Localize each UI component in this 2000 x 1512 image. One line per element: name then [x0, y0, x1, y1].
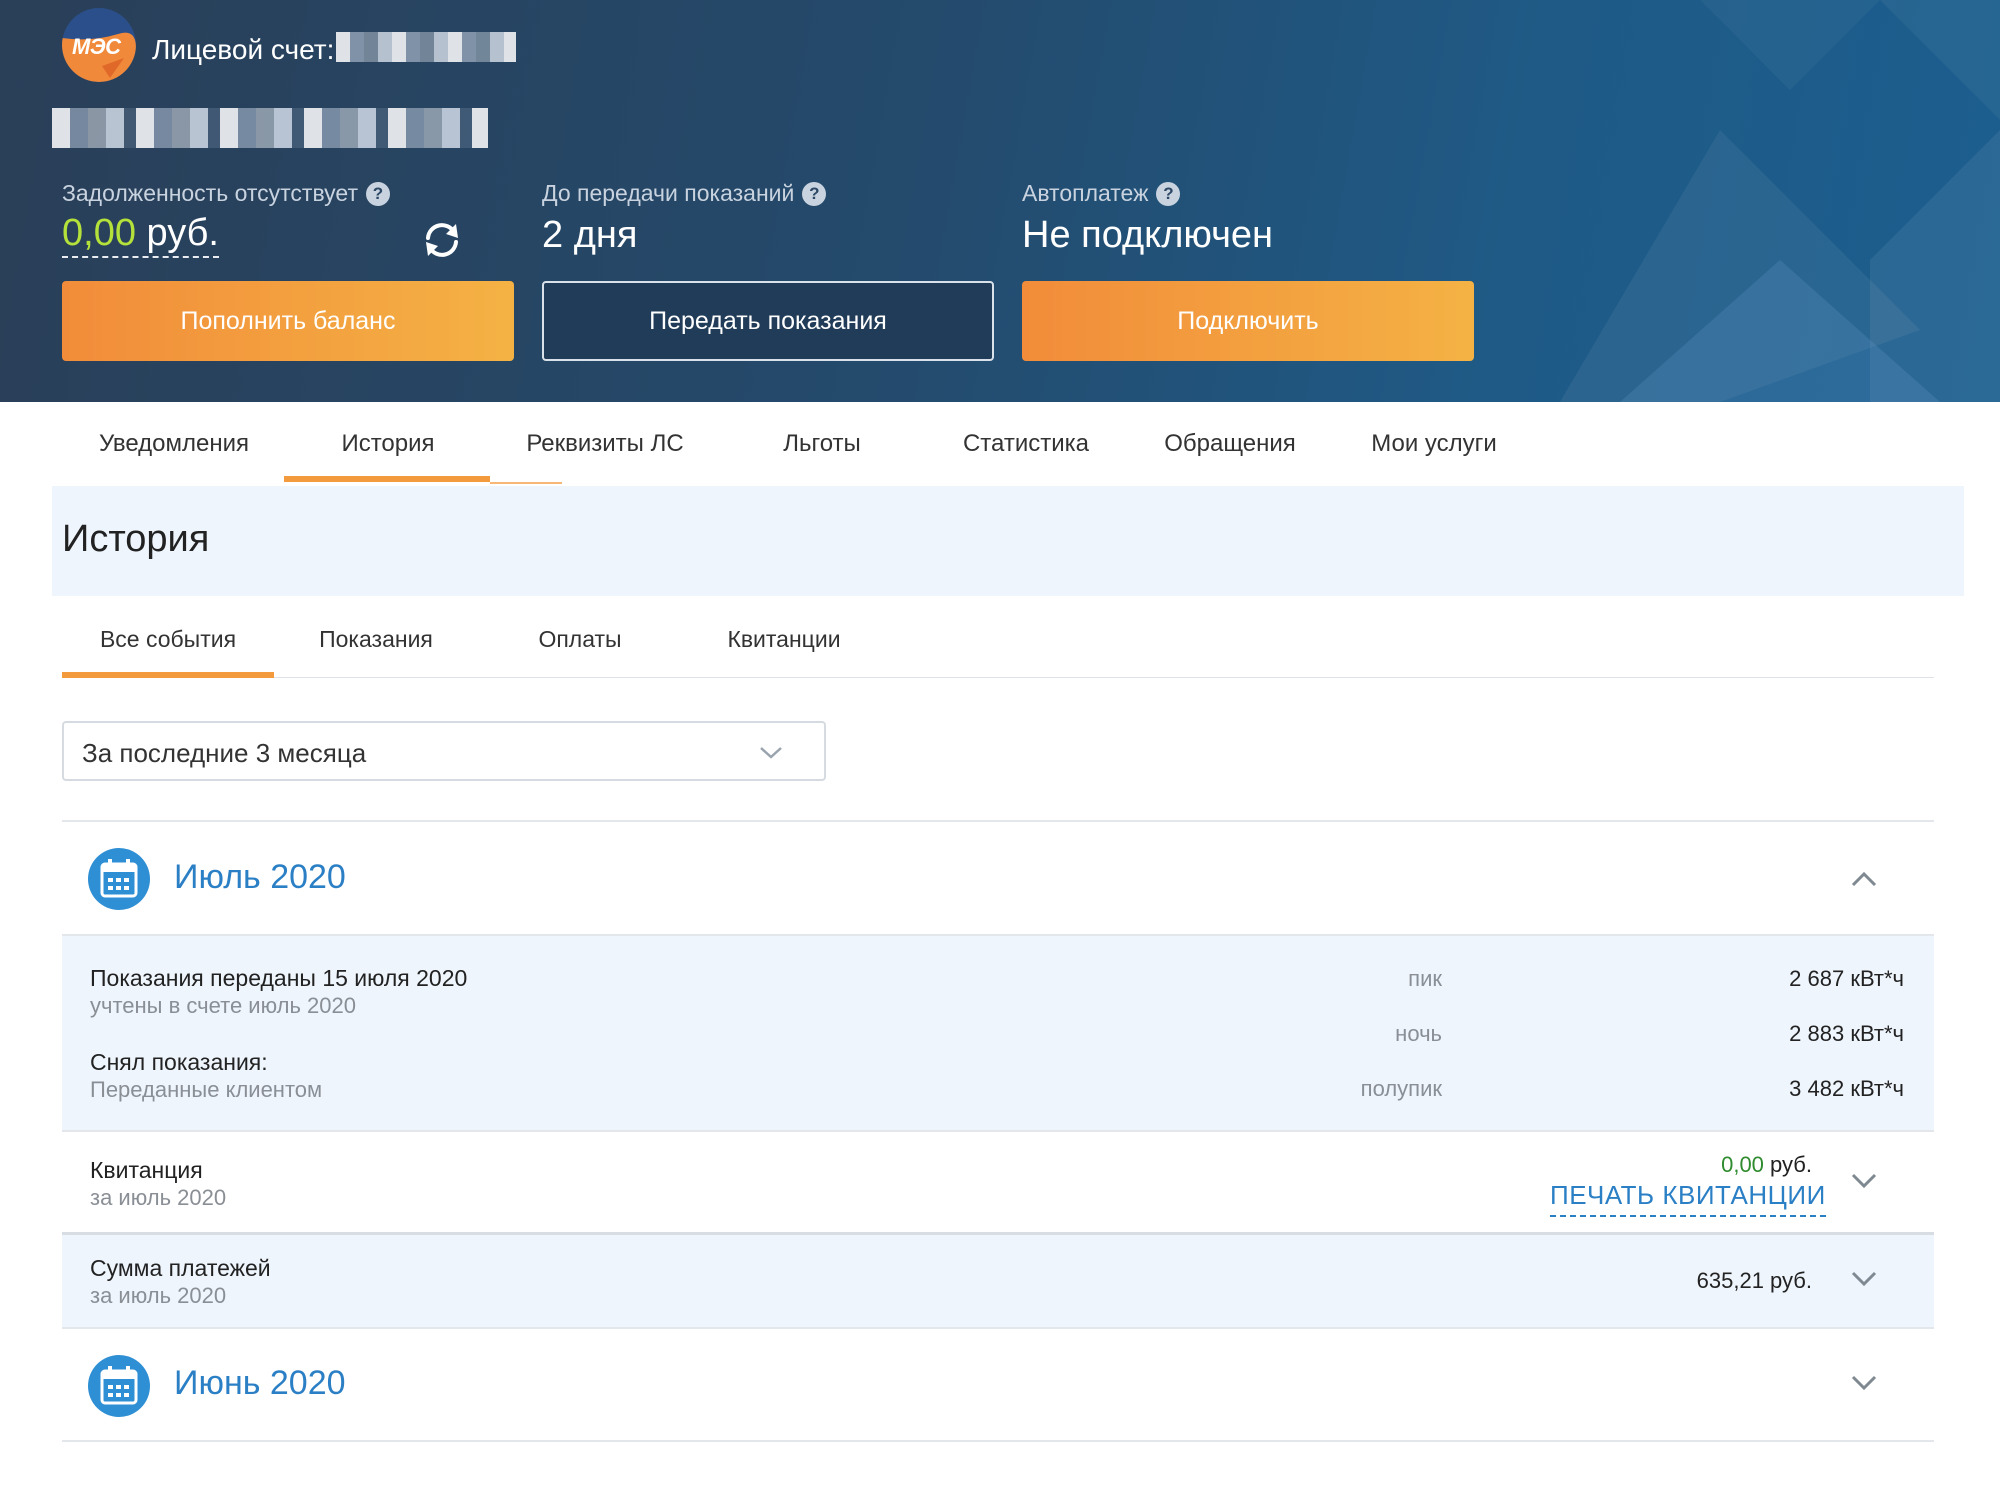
debt-value[interactable]: 0,00 руб.	[62, 212, 219, 258]
page-title: История	[62, 518, 210, 560]
readings-deadline-value: 2 дня	[542, 214, 638, 256]
subtab-payments[interactable]: Оплаты	[478, 604, 682, 674]
debt-currency: руб.	[146, 212, 219, 254]
divider	[62, 820, 1934, 822]
subtab-readings[interactable]: Показания	[274, 604, 478, 674]
tariff-label-night: ночь	[1395, 1021, 1442, 1046]
tab-notifications[interactable]: Уведомления	[62, 402, 286, 486]
month-title: Июнь 2020	[174, 1364, 346, 1402]
calendar-icon	[88, 1355, 150, 1417]
tab-my-services[interactable]: Мои услуги	[1332, 402, 1536, 486]
receipt-amount-value: 0,00	[1721, 1152, 1764, 1177]
submit-readings-button[interactable]: Передать показания	[542, 281, 994, 361]
mes-logo: МЭС	[62, 8, 136, 82]
tab-requests[interactable]: Обращения	[1128, 402, 1332, 486]
chevron-up-icon[interactable]	[1850, 870, 1878, 888]
receipt-amount-currency: руб.	[1770, 1152, 1812, 1177]
period-select[interactable]: За последние 3 месяца	[62, 721, 826, 781]
refresh-icon[interactable]	[420, 220, 464, 260]
subtabs-divider	[62, 677, 1934, 678]
payments-title: Сумма платежей	[90, 1255, 271, 1281]
tariff-label-semipeak: полупик	[1360, 1076, 1442, 1101]
connect-autopay-button[interactable]: Подключить	[1022, 281, 1474, 361]
readings-deadline-label: До передачи показаний?	[542, 180, 827, 207]
chevron-down-icon	[760, 747, 782, 759]
account-number-label: Лицевой счет:	[152, 34, 335, 65]
reading-value-night: 2 883 кВт*ч	[1789, 1021, 1904, 1046]
payments-amount: 635,21 руб.	[1696, 1268, 1812, 1293]
autopay-label: Автоплатеж?	[1022, 180, 1181, 207]
help-icon[interactable]: ?	[365, 182, 390, 206]
tariff-label-peak: пик	[1408, 966, 1442, 991]
account-header: МЭС Лицевой счет: Задолженность отсутств…	[0, 0, 2000, 402]
payments-subtitle: за июль 2020	[90, 1283, 227, 1308]
tab-account-details[interactable]: Реквизиты ЛС	[490, 402, 720, 486]
topup-balance-button[interactable]: Пополнить баланс	[62, 281, 514, 361]
account-number-redacted	[336, 32, 516, 62]
receipt-amount: 0,00 руб.	[1500, 1152, 1812, 1178]
readings-subtitle: учтены в счете июль 2020	[90, 993, 356, 1018]
chevron-down-icon[interactable]	[1850, 1172, 1878, 1190]
month-title: Июль 2020	[174, 858, 346, 896]
help-icon[interactable]: ?	[1156, 182, 1181, 206]
account-address-redacted	[52, 108, 488, 148]
autopay-status: Не подключен	[1022, 214, 1273, 256]
active-tab-indicator	[284, 476, 490, 482]
readings-title: Показания переданы 15 июля 2020	[90, 965, 468, 991]
readings-taker-value: Переданные клиентом	[90, 1077, 323, 1102]
tab-indicator-tail	[490, 482, 562, 484]
receipt-subtitle: за июль 2020	[90, 1185, 227, 1210]
divider	[62, 1327, 1934, 1329]
reading-value-peak: 2 687 кВт*ч	[1789, 966, 1904, 991]
reading-value-semipeak: 3 482 кВт*ч	[1789, 1076, 1904, 1101]
subtab-receipts[interactable]: Квитанции	[682, 604, 886, 674]
period-select-value: За последние 3 месяца	[82, 738, 367, 768]
readings-taker-label: Снял показания:	[90, 1049, 268, 1075]
chevron-down-icon[interactable]	[1850, 1374, 1878, 1392]
receipt-title: Квитанция	[90, 1157, 203, 1183]
subtab-all-events[interactable]: Все события	[62, 604, 274, 674]
calendar-icon	[88, 848, 150, 910]
divider	[62, 1440, 1934, 1442]
chevron-down-icon[interactable]	[1850, 1270, 1878, 1288]
logo-text: МЭС	[72, 34, 121, 59]
debt-label: Задолженность отсутствует?	[62, 180, 390, 207]
tab-benefits[interactable]: Льготы	[720, 402, 924, 486]
tab-history[interactable]: История	[286, 402, 490, 486]
print-receipt-link[interactable]: ПЕЧАТЬ КВИТАНЦИИ	[1550, 1180, 1826, 1217]
tab-statistics[interactable]: Статистика	[924, 402, 1128, 486]
help-icon[interactable]: ?	[802, 182, 827, 206]
debt-amount: 0,00	[62, 212, 136, 254]
section-header-bar	[52, 486, 1964, 596]
active-subtab-indicator	[62, 672, 274, 678]
